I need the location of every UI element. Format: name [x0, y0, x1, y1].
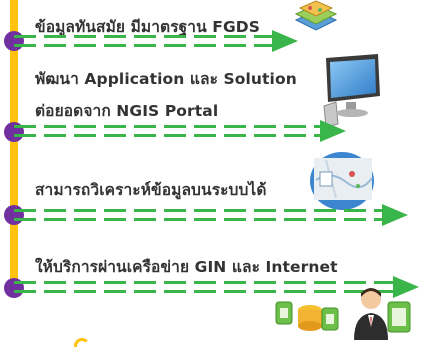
feature-diagram: ข้อมูลทันสมัย มีมาตรฐาน FGDS พัฒนา Appli…	[0, 0, 425, 347]
user-icon	[352, 285, 390, 344]
item-3-label: สามารถวิเคราะห์ข้อมูลบนระบบได้	[35, 181, 267, 199]
item-2-label-line-1: พัฒนา Application และ Solution	[35, 70, 297, 88]
arrow-2	[14, 120, 346, 144]
document-icon	[386, 300, 412, 338]
timeline-decoration	[74, 338, 90, 347]
arrow-3	[14, 204, 408, 228]
arrow-1	[14, 30, 298, 54]
data-transfer-icon	[272, 292, 342, 341]
